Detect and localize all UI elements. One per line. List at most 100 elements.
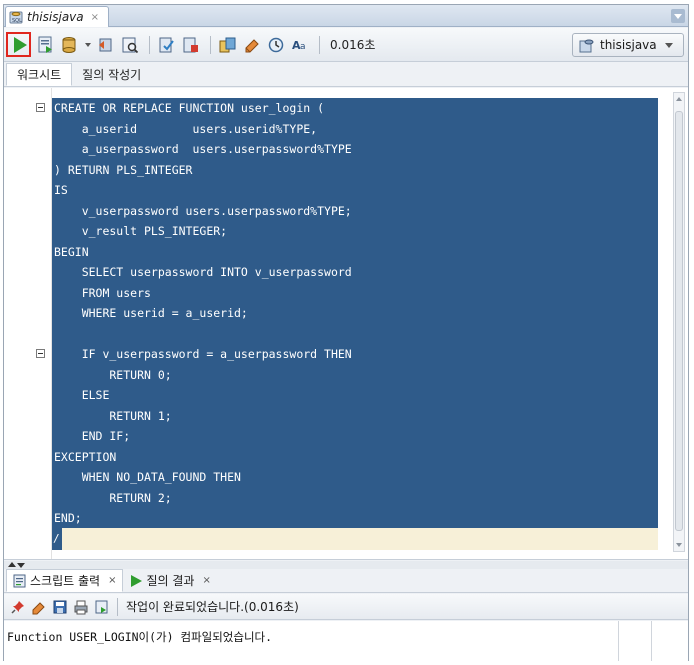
code-line: SELECT userpassword INTO v_userpassword [54,265,352,279]
tab-query-result[interactable]: 질의 결과 × [123,569,216,592]
tab-label: 질의 결과 [146,574,195,588]
output-scrollbar[interactable] [618,621,688,661]
tab-label: 질의 작성기 [82,68,142,82]
run-statement-button[interactable] [6,32,31,57]
history-clock-icon [268,37,284,52]
connection-selector[interactable]: thisisjava [572,33,684,57]
code-line: RETURN 2; [54,490,172,505]
commit-button[interactable] [59,34,81,56]
code-line-last: / [52,528,62,550]
code-line: RETURN 0; [54,367,172,382]
open-output-button[interactable] [92,597,112,617]
code-line: a_userid users.userid%TYPE, [54,121,318,136]
output-panel-tabs: 스크립트 출력 × 질의 결과 × [4,569,688,593]
code-line: a_userpassword users.userpassword%TYPE [54,142,352,156]
sql-developer-window: SQL thisisjava × A a 0.016초 thisisjava 워… [3,4,689,661]
run-script-button[interactable] [35,34,57,56]
output-toolbar: 작업이 완료되었습니다.(0.016초) [4,594,688,620]
editor-vertical-scrollbar[interactable] [673,92,685,552]
collapse-down-icon[interactable] [17,563,25,568]
panel-splitter[interactable] [4,561,688,569]
scroll-down-icon[interactable] [676,543,682,547]
scroll-up-icon[interactable] [676,97,682,101]
play-icon [13,36,27,53]
output-line: Function USER_LOGIN이(가) 컴파일되었습니다. [7,630,273,644]
script-output-icon [95,600,108,613]
close-icon[interactable]: × [91,12,99,23]
task-status-message: 작업이 완료되었습니다.(0.016초) [126,600,299,614]
code-line: IF v_userpassword = a_userpassword THEN [54,347,352,361]
save-icon [53,600,67,613]
code-line: CREATE OR REPLACE FUNCTION user_login ( [54,101,325,115]
eraser-icon [32,601,45,614]
current-line-highlight: / [52,528,658,550]
toolbar-separator [210,35,211,54]
editor-gutter [4,88,52,559]
expand-up-icon[interactable] [8,562,16,567]
autotrace-icon [159,37,174,52]
chevron-down-icon [664,42,673,48]
worksheet-toolbar: Aa 0.016초 thisisjava [4,28,688,62]
close-icon[interactable]: × [202,575,210,586]
sql-editor[interactable]: CREATE OR REPLACE FUNCTION user_login ( … [4,88,688,560]
document-tab-thisisjava[interactable]: SQL thisisjava × [5,6,109,27]
tab-label: 워크시트 [17,68,62,82]
code-line: v_result PLS_INTEGER; [54,224,228,238]
svg-text:SQL: SQL [12,18,22,24]
database-commit-icon [62,36,76,53]
elapsed-time: 0.016초 [330,38,376,52]
connection-name: thisisjava [600,38,657,52]
pin-button[interactable] [8,597,28,617]
pin-icon [11,600,24,614]
toolbar-separator [319,35,320,54]
svg-text:a: a [300,42,306,52]
fold-collapse-icon[interactable] [36,103,45,112]
explain-plan-icon [122,37,139,53]
database-connection-icon [579,39,594,52]
commit-dropdown-icon[interactable] [83,34,93,56]
code-line: END; [54,511,82,525]
code-line: FROM users [54,285,151,300]
fold-collapse-icon[interactable] [36,349,45,358]
script-output-icon [13,574,26,587]
unshared-worksheet-button[interactable] [217,34,239,56]
clear-output-button[interactable] [29,597,49,617]
tab-script-output[interactable]: 스크립트 출력 × [6,569,124,592]
sql-tuning-advisor-button[interactable] [180,34,202,56]
tab-worksheet[interactable]: 워크시트 [6,63,73,86]
code-line: WHERE userid = a_userid; [54,306,248,320]
run-script-icon [38,36,52,53]
explain-plan-button[interactable] [119,34,141,56]
code-line: ELSE [54,388,110,402]
close-icon[interactable]: × [108,575,116,586]
sql-history-button[interactable] [265,34,287,56]
save-output-button[interactable] [50,597,70,617]
sql-worksheet-icon: SQL [9,11,23,24]
tab-list-dropdown-icon[interactable] [671,9,685,23]
code-line: EXCEPTION [54,449,117,464]
toolbar-separator [149,35,150,54]
autotrace-button[interactable] [156,34,178,56]
script-output-area[interactable]: Function USER_LOGIN이(가) 컴파일되었습니다. [4,621,688,661]
print-icon [74,600,88,614]
text-case-icon: Aa [292,39,306,52]
to-upper-lower-button[interactable]: Aa [289,34,311,56]
selected-code-block[interactable]: CREATE OR REPLACE FUNCTION user_login ( … [52,98,658,528]
document-tab-strip: SQL thisisjava × [4,5,688,27]
code-line: ) RETURN PLS_INTEGER [54,162,193,177]
tuning-advisor-icon [183,37,198,52]
query-result-icon [131,574,143,587]
worksheet-subtabs: 워크시트 질의 작성기 [4,63,688,87]
unshared-worksheet-icon [219,37,236,52]
rollback-button[interactable] [95,34,117,56]
document-tab-title: thisisjava [27,10,84,24]
tab-query-builder[interactable]: 질의 작성기 [72,63,151,86]
database-rollback-icon [99,38,112,51]
print-output-button[interactable] [71,597,91,617]
scrollbar-thumb[interactable] [675,111,683,531]
toolbar-separator [117,597,118,616]
clear-button[interactable] [241,34,263,56]
code-line: BEGIN [54,244,89,259]
code-line: WHEN NO_DATA_FOUND THEN [54,470,241,484]
